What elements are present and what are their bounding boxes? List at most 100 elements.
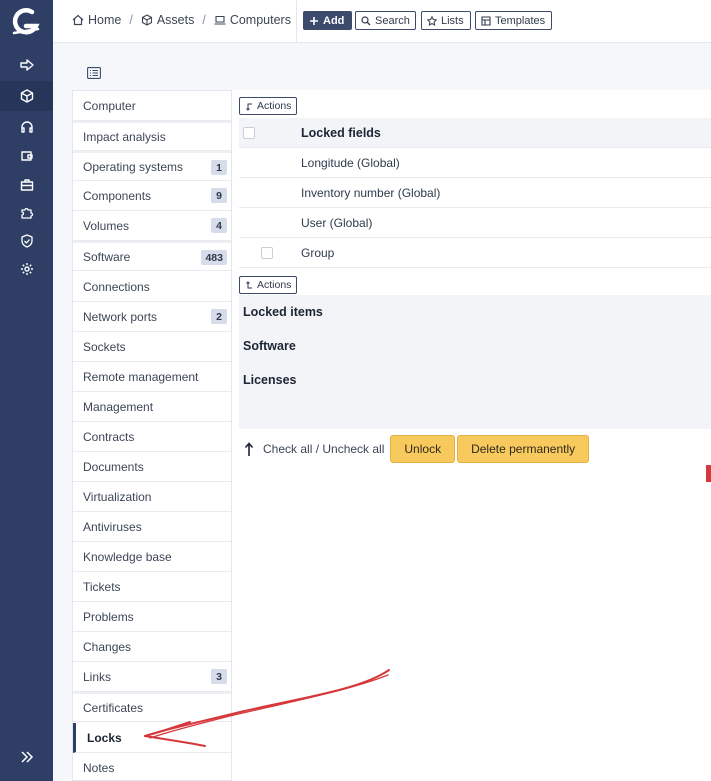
wallet-icon — [20, 151, 33, 161]
home-icon — [72, 14, 84, 26]
tab-connections[interactable]: Connections — [73, 272, 231, 302]
arrow-down-left-icon — [246, 103, 252, 111]
tab-knowledge-base[interactable]: Knowledge base — [73, 542, 231, 572]
select-all-checkbox[interactable] — [243, 127, 255, 139]
tab-count-badge: 483 — [201, 250, 227, 265]
nav-item-administration[interactable] — [0, 226, 53, 256]
tab-virtualization[interactable]: Virtualization — [73, 482, 231, 512]
shield-check-icon — [20, 234, 33, 248]
lists-button[interactable]: Lists — [421, 11, 471, 30]
tab-tickets[interactable]: Tickets — [73, 572, 231, 602]
delete-permanently-button[interactable]: Delete permanently — [457, 435, 590, 463]
tab-label: Documents — [83, 459, 144, 474]
nav-item-assistance[interactable] — [0, 112, 53, 142]
arrow-up-left-icon — [246, 280, 252, 288]
tab-locks[interactable]: Locks — [73, 723, 231, 753]
tab-links[interactable]: Links 3 — [73, 662, 231, 692]
locked-items-section: Locked items Software Licenses — [239, 295, 711, 429]
annotation-mark — [706, 465, 711, 482]
tab-antiviruses[interactable]: Antiviruses — [73, 512, 231, 542]
nav-item-tools[interactable] — [0, 170, 53, 200]
list-view-icon[interactable] — [87, 67, 101, 79]
tab-label: Knowledge base — [83, 549, 172, 564]
locked-items-group: Software — [243, 339, 296, 353]
laptop-icon — [214, 15, 226, 25]
tab-label: Links — [83, 669, 112, 684]
nav-item-plugins[interactable] — [0, 50, 53, 80]
cube-icon — [141, 14, 152, 26]
tab-label: Network ports — [83, 309, 158, 324]
unlock-button[interactable]: Unlock — [390, 435, 456, 463]
tab-label: Remote management — [83, 369, 199, 384]
breadcrumb-home[interactable]: Home — [72, 13, 121, 27]
actions-button-label: Actions — [257, 100, 292, 112]
templates-button-label: Templates — [495, 14, 546, 27]
tab-volumes[interactable]: Volumes 4 — [73, 211, 231, 241]
template-icon — [481, 15, 491, 26]
actions-button-top[interactable]: Actions — [239, 97, 298, 115]
tab-software[interactable]: Software 483 — [73, 241, 231, 271]
tab-notes[interactable]: Notes — [73, 753, 231, 781]
tab-label: Problems — [83, 609, 134, 624]
tab-count-badge: 9 — [211, 188, 227, 203]
locked-fields-header: Locked fields — [301, 125, 381, 140]
row-checkbox[interactable] — [261, 247, 273, 259]
tab-contracts[interactable]: Contracts — [73, 422, 231, 452]
glpi-logo-icon[interactable] — [10, 6, 42, 38]
tab-computer[interactable]: Computer — [73, 91, 231, 121]
locked-fields-table: Locked fields Longitude (Global) Invento… — [239, 118, 711, 268]
nav-item-setup[interactable] — [0, 254, 53, 284]
tab-operating-systems[interactable]: Operating systems 1 — [73, 151, 231, 181]
nav-item-management[interactable] — [0, 141, 53, 171]
item-tabs: Computer Impact analysis Operating syste… — [72, 90, 232, 781]
breadcrumb-computers[interactable]: Computers — [214, 13, 291, 27]
tab-label: Locks — [87, 730, 122, 745]
tab-management[interactable]: Management — [73, 392, 231, 422]
arrow-up-left-icon — [244, 442, 254, 456]
search-button[interactable]: Search — [355, 11, 416, 30]
chevrons-right-icon — [20, 751, 33, 763]
gear-icon — [20, 263, 33, 275]
tab-label: Computer — [83, 98, 136, 113]
locked-field-label: User (Global) — [301, 215, 373, 230]
tab-problems[interactable]: Problems — [73, 602, 231, 632]
nav-item-setup-plugins[interactable] — [0, 198, 53, 228]
tab-network-ports[interactable]: Network ports 2 — [73, 302, 231, 332]
arrow-right-icon — [19, 59, 34, 71]
tab-label: Virtualization — [83, 489, 152, 504]
templates-button[interactable]: Templates — [475, 11, 552, 30]
tab-sockets[interactable]: Sockets — [73, 332, 231, 362]
tab-certificates[interactable]: Certificates — [73, 692, 231, 722]
tab-documents[interactable]: Documents — [73, 452, 231, 482]
tab-label: Notes — [83, 760, 115, 775]
table-row: Inventory number (Global) — [239, 178, 711, 208]
tab-label: Antiviruses — [83, 519, 142, 534]
tab-count-badge: 1 — [211, 160, 227, 175]
check-all-link[interactable]: Check all / Uncheck all — [263, 442, 384, 456]
collapse-menu-button[interactable] — [0, 747, 53, 767]
breadcrumb-assets-label: Assets — [156, 13, 195, 27]
tab-label: Components — [83, 188, 152, 203]
tab-impact-analysis[interactable]: Impact analysis — [73, 121, 231, 151]
headset-icon — [20, 121, 33, 133]
breadcrumb-assets[interactable]: Assets — [141, 13, 195, 27]
tab-label: Tickets — [83, 579, 121, 594]
tab-label: Volumes — [83, 218, 130, 233]
tab-label: Sockets — [83, 339, 126, 354]
table-row: User (Global) — [239, 208, 711, 238]
breadcrumb: Home / Assets / Computers — [72, 13, 291, 27]
breadcrumb-computers-label: Computers — [229, 13, 291, 27]
search-button-label: Search — [375, 14, 410, 27]
tab-changes[interactable]: Changes — [73, 632, 231, 662]
tab-count-badge: 2 — [211, 309, 227, 324]
add-button[interactable]: Add — [303, 11, 352, 30]
locked-items-group: Licenses — [243, 373, 297, 387]
mass-action-bar: Check all / Uncheck all Unlock Delete pe… — [241, 435, 590, 463]
cube-icon — [20, 89, 33, 103]
tab-label: Certificates — [83, 700, 144, 715]
actions-button-bottom[interactable]: Actions — [239, 276, 298, 294]
tab-remote-management[interactable]: Remote management — [73, 362, 231, 392]
tab-components[interactable]: Components 9 — [73, 181, 231, 211]
star-icon — [427, 15, 437, 26]
nav-item-assets[interactable] — [0, 81, 53, 111]
